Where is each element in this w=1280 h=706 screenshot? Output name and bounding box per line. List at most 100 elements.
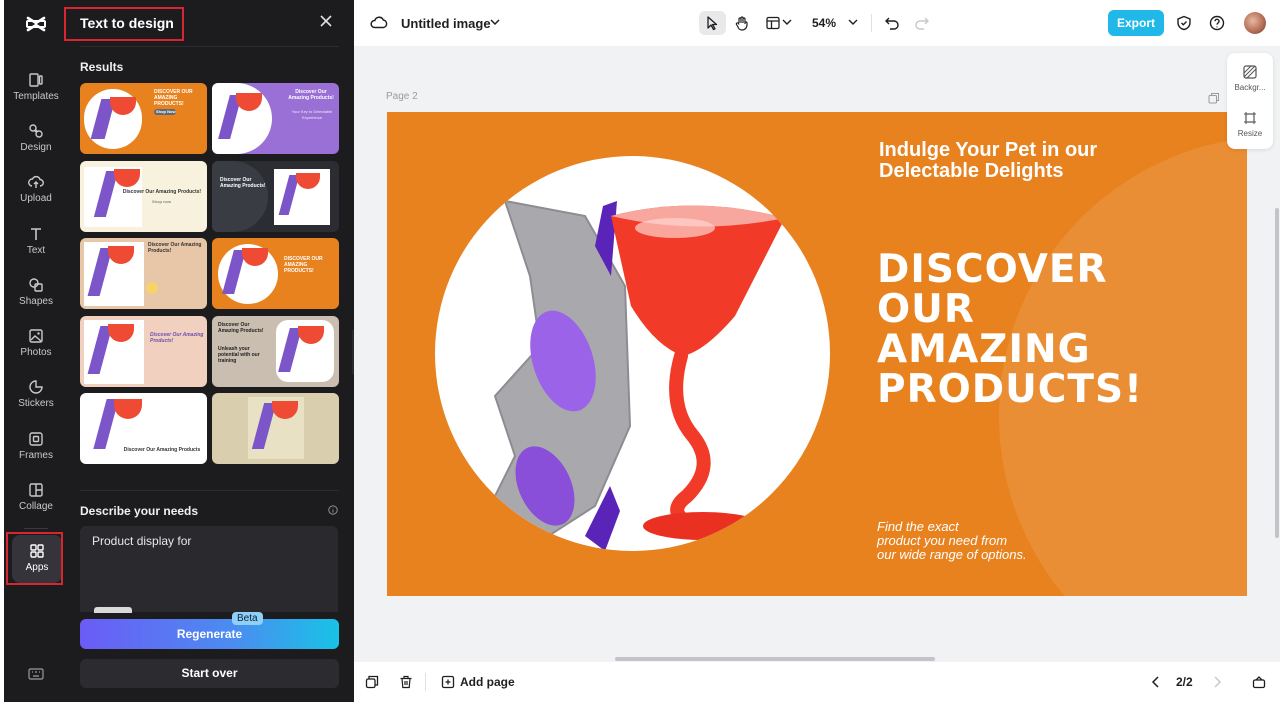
chevron-left-icon[interactable] (1149, 675, 1163, 689)
thumb-title: Discover Our Amazing Products! (150, 332, 204, 344)
thumb-subtitle: Unleash your potential with our training (218, 346, 260, 364)
duplicate-icon[interactable] (365, 675, 379, 689)
close-icon[interactable] (320, 15, 332, 27)
result-thumb[interactable]: Discover Our Amazing Products! Your Key … (212, 83, 339, 154)
bottom-toolbar: Add page 2/2 (354, 662, 1280, 702)
result-thumb[interactable]: Discover Our Amazing Products! Unleash y… (212, 316, 339, 387)
sidebar-item-templates[interactable]: Templates (4, 66, 68, 112)
document-title[interactable]: Untitled image (401, 16, 491, 31)
apps-icon (30, 544, 44, 558)
headline-line: AMAZING (877, 327, 1091, 372)
sidebar-item-text[interactable]: Text (4, 220, 68, 266)
start-over-button[interactable]: Start over (80, 659, 339, 688)
sidebar-item-label: Stickers (18, 398, 54, 409)
result-thumb[interactable]: Discover Our Amazing Products (80, 393, 207, 464)
thumb-title: DISCOVER OUR AMAZING PRODUCTS! (284, 256, 323, 274)
background-tool-button[interactable]: Backgr... (1227, 65, 1273, 92)
photos-icon (29, 329, 43, 343)
sidebar-item-label: Upload (20, 193, 52, 204)
sidebar-item-stickers[interactable]: Stickers (4, 373, 68, 419)
thumb-title: Discover Our Amazing Products! (122, 189, 202, 195)
subtitle-line: Indulge Your Pet in our (879, 139, 1098, 161)
layout-icon[interactable] (765, 15, 781, 31)
headline-line: OUR (877, 287, 975, 332)
sidebar-item-label: Text (26, 245, 46, 256)
sidebar-item-frames[interactable]: Frames (4, 425, 68, 471)
toolbar-divider (871, 14, 872, 32)
chevron-down-icon[interactable] (782, 18, 792, 26)
page-label: Page 2 (386, 91, 418, 102)
side-tools-panel: Backgr... Resize (1227, 53, 1273, 149)
export-button[interactable]: Export (1108, 10, 1164, 36)
trash-icon[interactable] (399, 675, 413, 689)
regenerate-button[interactable]: Regenerate (80, 619, 339, 649)
design-icon (29, 124, 43, 138)
sidebar-item-shapes[interactable]: Shapes (4, 271, 68, 317)
artboard-subtitle[interactable]: Indulge Your Pet in our Delectable Delig… (879, 140, 1097, 182)
artboard-headline[interactable]: DISCOVER OUR AMAZING PRODUCTS! (877, 250, 1143, 410)
undo-icon[interactable] (884, 15, 900, 31)
help-icon[interactable] (1209, 15, 1225, 31)
keyboard-icon[interactable] (28, 668, 44, 680)
info-icon[interactable] (328, 505, 338, 515)
result-thumb[interactable]: Discover Our Amazing Products! (80, 316, 207, 387)
beta-badge: Beta (232, 612, 263, 625)
result-thumb[interactable]: Discover Our Amazing Products! (80, 238, 207, 309)
zoom-level[interactable]: 54% (812, 16, 836, 30)
chevron-down-icon[interactable] (848, 18, 858, 26)
add-page-button[interactable]: Add page (460, 675, 515, 689)
chevron-down-icon[interactable] (490, 18, 500, 26)
headline-line: DISCOVER (877, 247, 1108, 292)
text-to-design-panel: Text to design Results DISCOVER OUR AMAZ… (64, 0, 354, 702)
add-page-icon[interactable] (441, 675, 455, 689)
headline-line: PRODUCTS! (877, 367, 1143, 412)
sidebar-item-label: Design (20, 142, 52, 153)
horizontal-scrollbar[interactable] (615, 657, 935, 661)
result-thumb[interactable]: DISCOVER OUR AMAZING PRODUCTS! (212, 238, 339, 309)
page-counter: 2/2 (1176, 675, 1193, 689)
cloud-icon[interactable] (370, 15, 388, 29)
sidebar-item-label: Apps (25, 562, 49, 573)
sidebar-item-label: Shapes (19, 296, 53, 307)
thumb-title: Discover Our Amazing Products! (218, 322, 264, 334)
glasses-and-cocktail-image (473, 199, 785, 551)
sidebar-item-label: Photos (20, 347, 52, 358)
shield-icon[interactable] (1176, 15, 1192, 31)
sidebar-item-photos[interactable]: Photos (4, 322, 68, 368)
resize-tool-button[interactable]: Resize (1227, 111, 1273, 138)
sidebar-item-upload[interactable]: Upload (4, 168, 68, 214)
avatar[interactable] (1244, 12, 1266, 34)
top-toolbar: Untitled image 54% Export (354, 0, 1280, 46)
sidebar-item-collage[interactable]: Collage (4, 476, 68, 522)
duplicate-page-icon[interactable] (1208, 92, 1220, 104)
result-thumb[interactable]: Discover Our Amazing Products! Shop now (80, 161, 207, 232)
sidebar-item-apps[interactable]: Apps (12, 535, 62, 583)
thumb-title: Discover Our Amazing Products! (288, 89, 334, 101)
result-thumb[interactable] (212, 393, 339, 464)
thumb-title: Discover Our Amazing Products (123, 447, 201, 453)
result-thumb[interactable]: DISCOVER OUR AMAZING PRODUCTS! Shop Now (80, 83, 207, 154)
thumb-button: Shop Now (156, 109, 176, 114)
artboard-footer-text[interactable]: Find the exact product you need from our… (877, 520, 1027, 562)
results-label: Results (80, 60, 124, 74)
tool-label: Resize (1237, 129, 1263, 138)
artboard[interactable]: Indulge Your Pet in our Delectable Delig… (387, 112, 1247, 596)
capcut-logo-icon[interactable] (24, 12, 48, 36)
footer-line: our wide range of options. (877, 547, 1027, 562)
panel-divider (80, 490, 339, 491)
panel-title: Text to design (80, 15, 174, 31)
pointer-icon (707, 16, 718, 31)
pages-panel-icon[interactable] (1252, 675, 1266, 689)
hand-icon[interactable] (734, 15, 750, 31)
collage-icon (29, 483, 43, 497)
sidebar-item-design[interactable]: Design (4, 117, 68, 163)
describe-needs-label: Describe your needs (80, 504, 199, 518)
result-thumb[interactable]: Discover Our Amazing Products! (212, 161, 339, 232)
sidebar-item-label: Templates (13, 91, 59, 102)
footer-line: Find the exact (877, 519, 959, 534)
thumb-button: Shop now (152, 199, 172, 204)
vertical-scrollbar[interactable] (1275, 208, 1279, 538)
product-photo[interactable] (435, 156, 830, 551)
chevron-right-icon (1214, 676, 1222, 688)
describe-needs-input[interactable]: Product display for (80, 526, 338, 612)
